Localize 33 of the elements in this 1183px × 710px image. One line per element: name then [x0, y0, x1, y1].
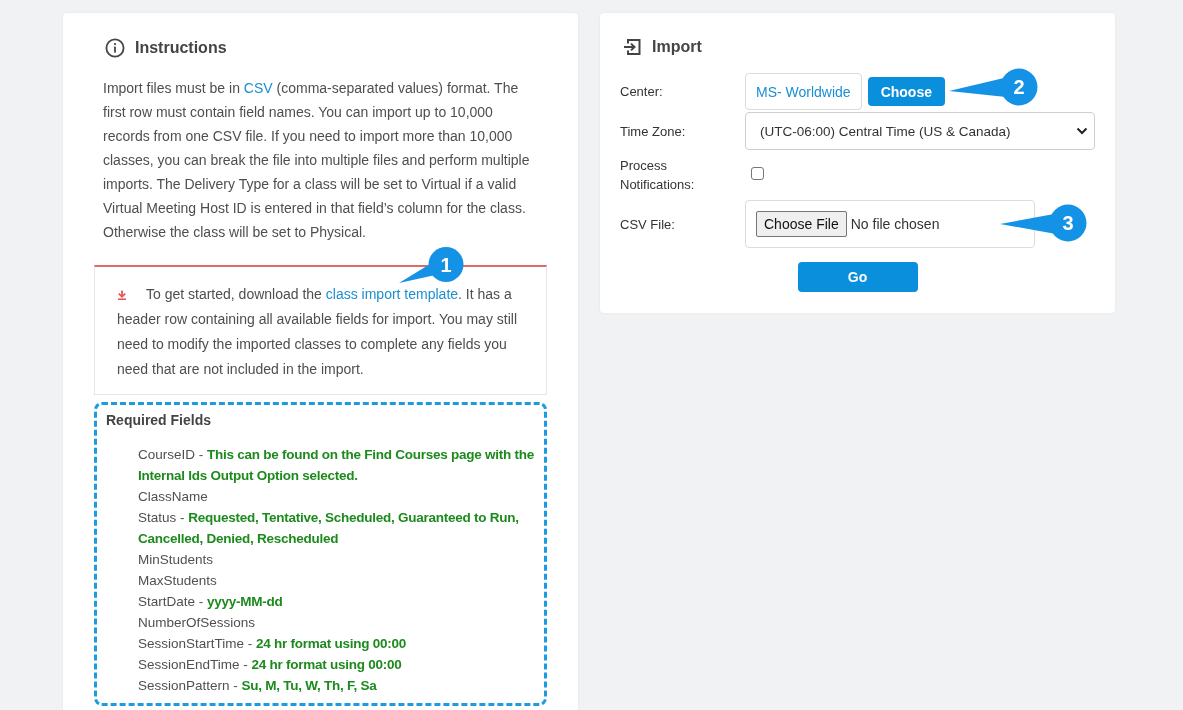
required-field-text: MaxStudents	[138, 572, 218, 590]
required-field-text: SessionEndTime - 24 hr format using 00:00	[138, 656, 403, 674]
section-heading: Required Fields	[106, 411, 213, 430]
time-zone-select[interactable]: (UTC-06:00) Central Time (US & Canada)	[745, 112, 1095, 150]
field-label: Center:	[620, 83, 664, 101]
required-field-text: SessionPattern - Su, M, Tu, W, Th, F, Sa	[138, 677, 378, 695]
field-label: CSV File:	[620, 215, 676, 234]
instructions-text: Import files must be in CSV (comma-separated values) format. The first row must contain field names. You can import up to 10,000 records from one CSV file. If you need to import more than 10,000 classes, you can break the file into multiple files and perform multiple imports. The Delivery Type for a class will be set to Virtual if a valid Virtual Meeting Host ID is entered in that field’s column for the class. Otherwise the class will be set to Physical.	[102, 79, 531, 242]
required-field-text: ClassName	[138, 488, 209, 506]
template-link[interactable]: class import template	[325, 286, 459, 302]
required-field-text: StartDate - yyyy-MM-dd	[138, 593, 284, 611]
go-button[interactable]: Go	[797, 262, 918, 292]
required-field-text: CourseID - This can be found on the Find Courses page with the Internal Ids Output Option selected.	[138, 446, 536, 485]
field-label: Process Notifications:	[620, 157, 696, 194]
notifications-checkbox[interactable]	[751, 166, 764, 180]
csv-link[interactable]: CSV	[243, 80, 273, 96]
chevron-down-icon	[1076, 127, 1088, 135]
download-icon	[117, 290, 127, 300]
notice-text: To get started, download the class import template. It has a header row containing all available fields for import. You may still need to modify the imported classes to complete any fields you need that are not included in the import.	[117, 285, 518, 379]
required-field-text: NumberOfSessions	[138, 614, 257, 632]
choose-file-button[interactable]: Choose File	[756, 211, 847, 237]
file-input-field[interactable]: Choose File No file chosen	[745, 200, 1035, 248]
info-icon	[105, 38, 125, 58]
center-field[interactable]: MS- Worldwide	[745, 73, 862, 110]
card-title: Import	[652, 38, 702, 56]
required-field-text: Status - Requested, Tentative, Scheduled, Guaranteed to Run, Cancelled, Denied, Rescheduled	[138, 509, 520, 548]
required-field-text: MinStudents	[138, 551, 215, 569]
arrow-into-box-icon	[623, 37, 641, 57]
field-label: Time Zone:	[620, 122, 687, 141]
file-status-text: No file chosen	[850, 216, 940, 232]
choose-button[interactable]: Choose	[867, 77, 945, 106]
card-title: Instructions	[135, 39, 227, 57]
required-field-text: SessionStartTime - 24 hr format using 00:00	[138, 635, 408, 653]
